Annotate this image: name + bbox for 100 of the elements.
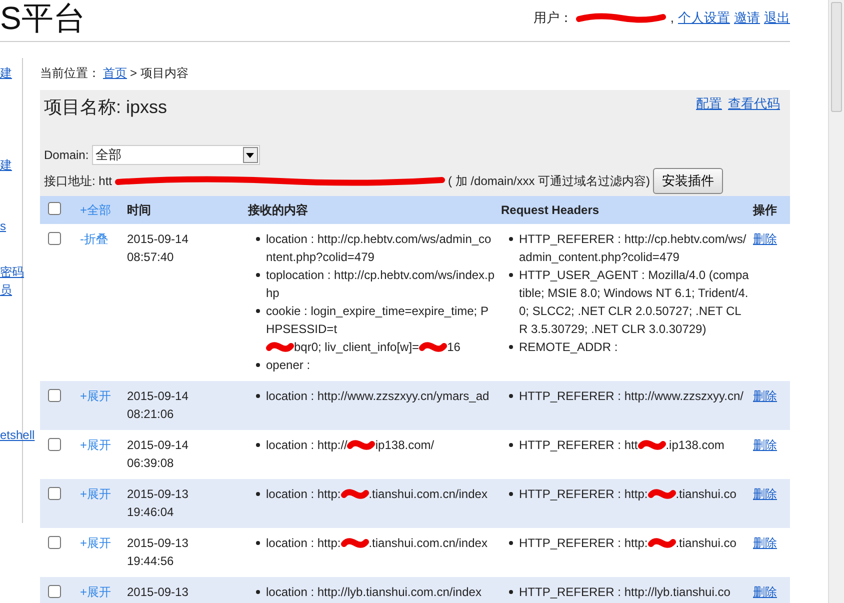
delete-link[interactable]: 删除 (753, 536, 777, 550)
redaction-mark (638, 438, 666, 450)
list-entry: HTTP_REFERER : http://cp.hebtv.com/ws/admin_content.php?colid=479 (519, 230, 748, 266)
bullet-icon (256, 308, 260, 312)
api-text: 接口地址: htt (44, 172, 112, 190)
entry-text: .ip138.com (666, 436, 724, 454)
bullet-icon (256, 540, 260, 544)
entry-text: 16 (447, 338, 460, 356)
toggle-link[interactable]: +展开 (80, 388, 112, 402)
column-header: 时间 (127, 202, 151, 216)
list-entry: location : http://lyb.tianshui.com.cn/index (266, 584, 482, 600)
breadcrumb-label: 当前位置： (40, 65, 100, 82)
row-checkbox[interactable] (48, 486, 61, 500)
project-title: 项目名称: ipxss (44, 96, 168, 119)
row-checkbox[interactable] (48, 388, 61, 402)
toggle-link[interactable]: +展开 (80, 438, 112, 452)
toggle-link[interactable]: +展开 (80, 536, 112, 550)
breadcrumb-link[interactable]: 首页 (103, 64, 127, 82)
time-cell-text: 2015-09-13 (127, 584, 190, 600)
bullet-icon (509, 344, 513, 348)
select-all-checkbox[interactable] (48, 202, 61, 214)
entry-text: HTTP_REFERER : http: (519, 534, 648, 552)
bullet-icon (256, 590, 260, 594)
toggle-link[interactable]: +展开 (80, 486, 112, 500)
row-checkbox[interactable] (48, 584, 61, 598)
redaction-mark (648, 536, 676, 548)
bullet-icon (256, 236, 260, 240)
list-entry: opener : (266, 356, 310, 374)
list-entry: REMOTE_ADDR : (519, 338, 618, 356)
bullet-icon (509, 540, 513, 544)
bullet-icon (509, 492, 513, 496)
redaction-mark (648, 488, 676, 500)
header-link[interactable]: 退出 (764, 8, 790, 28)
sidebar-link[interactable]: etshell (0, 426, 35, 444)
domain-label: Domain: (44, 147, 89, 164)
redaction-mark (340, 536, 369, 548)
bullet-icon (256, 442, 260, 446)
user-label: , (670, 9, 674, 27)
column-header: 接收的内容 (248, 202, 308, 216)
entry-text: location : http: (266, 534, 341, 552)
site-title: S平台 (0, 0, 86, 36)
time-cell-text: 2015-09-14 08:21:06 (127, 388, 190, 422)
redaction-mark (266, 340, 294, 352)
bullet-icon (256, 362, 260, 366)
delete-link[interactable]: 删除 (753, 388, 777, 402)
entry-text: ip138.com/ (375, 436, 434, 454)
list-entry: HTTP_REFERER : http://lyb.tianshui.co (519, 584, 730, 600)
bullet-icon (256, 272, 260, 276)
redaction-mark (340, 488, 369, 500)
user-label: 用户： (533, 9, 572, 27)
time-cell-text: 2015-09-14 08:57:40 (127, 230, 190, 266)
api-text: ( 加 /domain/xxx 可通过域名过滤内容) (448, 172, 650, 190)
breadcrumb-current: > 项目内容 (130, 65, 188, 82)
redaction-mark (347, 438, 376, 450)
entry-text: HTTP_REFERER : htt (519, 436, 638, 454)
column-header: 操作 (753, 202, 777, 216)
scrollbar[interactable] (828, 0, 844, 603)
delete-link[interactable]: 删除 (753, 438, 777, 452)
sidebar-link[interactable]: 建 (0, 64, 12, 82)
bullet-icon (256, 492, 260, 496)
row-checkbox[interactable] (48, 536, 61, 548)
row-checkbox[interactable] (48, 438, 61, 450)
entry-text: location : http:// (266, 436, 348, 454)
list-entry: HTTP_REFERER : http://www.zzszxyy.cn/ (519, 388, 744, 404)
header-link[interactable]: 邀请 (734, 8, 760, 28)
bullet-icon (509, 272, 513, 276)
list-entry: location : http://www.zzszxyy.cn/ymars_ad (266, 388, 490, 404)
time-cell-text: 2015-09-14 06:39:08 (127, 436, 190, 472)
entry-text: .tianshui.com.cn/index (368, 486, 488, 502)
redaction-mark (419, 340, 448, 352)
sidebar-link[interactable]: 员 (0, 281, 12, 299)
time-cell-text: 2015-09-13 19:44:56 (127, 534, 190, 570)
row-checkbox[interactable] (48, 232, 61, 244)
bullet-icon (509, 590, 513, 594)
entry-text: HTTP_REFERER : http: (519, 486, 648, 502)
time-cell-text: 2015-09-13 19:46:04 (127, 486, 190, 520)
sidebar-link[interactable]: 密码 (0, 263, 24, 281)
entry-text: bqr0; liv_client_info[w]= (294, 338, 420, 356)
entry-text: .tianshui.co (676, 486, 736, 502)
bullet-icon (509, 394, 513, 398)
list-entry: HTTP_USER_AGENT : Mozilla/4.0 (compatible; MSIE 8.0; Windows NT 6.1; Trident/4.0; SLCC2; .NET CLR 2.0.50727; .NET CLR 3.5.30729; .NET CLR 3.0.30729) (519, 266, 749, 338)
bullet-icon (256, 394, 260, 398)
sidebar-link[interactable]: 建 (0, 156, 12, 174)
delete-link[interactable]: 删除 (753, 486, 777, 500)
domain-select[interactable]: 全部 (92, 145, 260, 165)
scrollbar-thumb[interactable] (831, 2, 842, 112)
delete-link[interactable]: 删除 (753, 232, 777, 246)
bullet-icon (509, 442, 513, 446)
toggle-link[interactable]: -折叠 (80, 232, 108, 246)
caret-icon (242, 147, 258, 163)
sidebar-link[interactable]: s (0, 217, 6, 235)
entry-text: location : http: (266, 486, 341, 502)
column-header: Request Headers (501, 202, 600, 216)
panel-link[interactable]: 配置 (696, 94, 722, 114)
entry-text: .tianshui.com.cn/index (368, 534, 488, 552)
bullet-icon (509, 236, 513, 240)
header-link[interactable]: 个人设置 (678, 8, 730, 28)
install-button[interactable]: 安装插件 (653, 168, 724, 194)
entry-text: .tianshui.co (676, 534, 736, 552)
panel-link[interactable]: 查看代码 (728, 94, 780, 114)
